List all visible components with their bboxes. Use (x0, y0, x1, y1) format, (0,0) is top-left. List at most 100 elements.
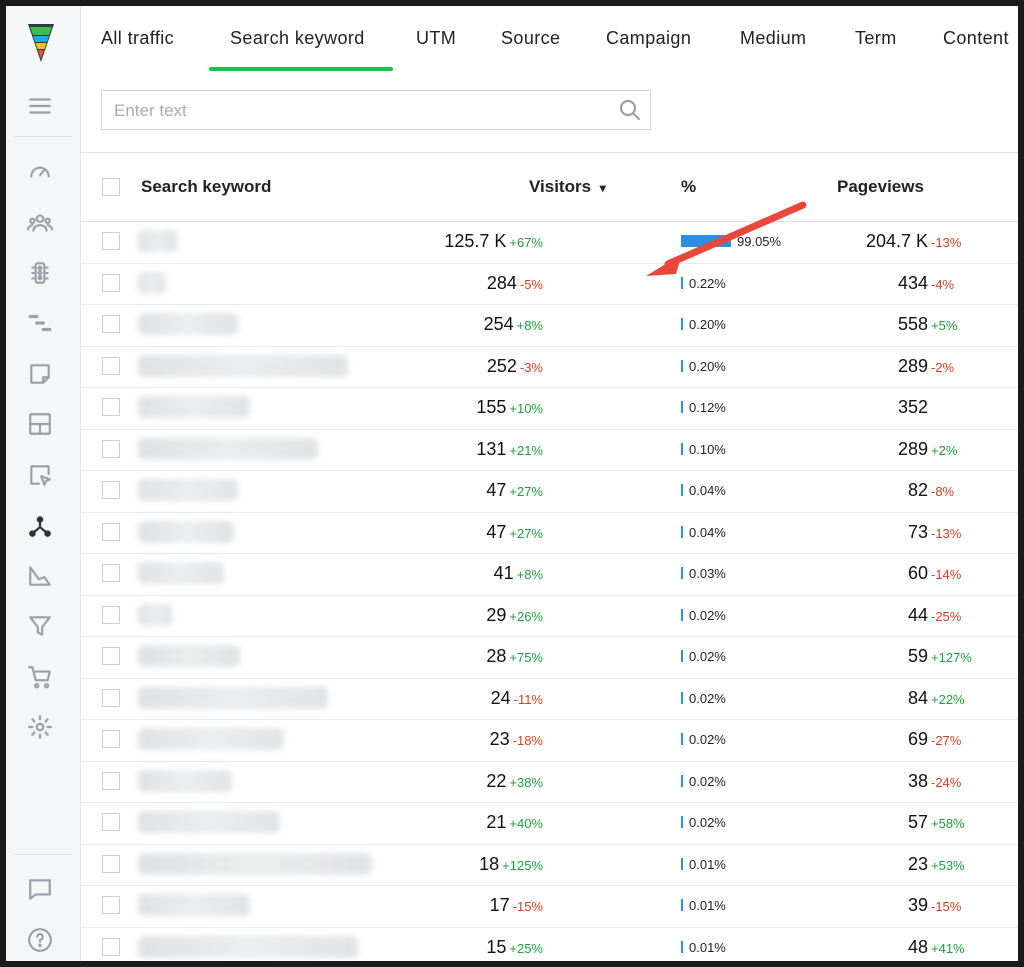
percent-value: 0.04% (689, 524, 726, 540)
table-row[interactable]: 41 +8% 0.03% 60 -14% (80, 553, 1018, 596)
table-row[interactable]: 21 +40% 0.02% 57 +58% (80, 802, 1018, 845)
app-logo[interactable] (26, 22, 56, 64)
search-input[interactable] (112, 91, 606, 131)
tab-all-traffic[interactable]: All traffic (101, 28, 174, 49)
tab-source[interactable]: Source (501, 28, 560, 49)
table-row[interactable]: 29 +26% 0.02% 44 -25% (80, 595, 1018, 637)
select-all-checkbox[interactable] (102, 178, 120, 196)
app-window: All traffic Search keyword UTM Source Ca… (6, 6, 1018, 961)
pageviews-value: 84 (907, 687, 928, 708)
table-row[interactable]: 28 +75% 0.02% 59 +127% (80, 636, 1018, 679)
table-row[interactable]: 125.7 K +67% 99.05% 204.7 K -13% (80, 221, 1018, 264)
row-checkbox[interactable] (102, 315, 120, 333)
percent-bar (681, 733, 683, 745)
row-checkbox[interactable] (102, 730, 120, 748)
row-checkbox[interactable] (102, 896, 120, 914)
visitors-value: 24 (490, 687, 511, 708)
table-row[interactable]: 24 -11% 0.02% 84 +22% (80, 678, 1018, 720)
row-checkbox[interactable] (102, 564, 120, 582)
pageviews-cell: 38 -24% (908, 771, 961, 792)
cart-icon[interactable] (26, 663, 54, 691)
layout-icon[interactable] (26, 410, 54, 438)
traffic-light-icon[interactable] (26, 259, 54, 287)
row-checkbox[interactable] (102, 688, 120, 707)
percent-value: 99.05% (737, 234, 782, 249)
filter-icon[interactable] (26, 612, 54, 640)
row-checkbox[interactable] (102, 356, 120, 375)
tab-utm[interactable]: UTM (416, 28, 456, 49)
pageviews-cell: 23 +53% (908, 854, 965, 875)
column-header-visitors[interactable]: Visitors ▾ (529, 177, 606, 197)
row-checkbox[interactable] (102, 273, 120, 292)
table-row[interactable]: 47 +27% 0.04% 82 -8% (80, 470, 1018, 513)
help-icon[interactable] (26, 926, 54, 954)
pageviews-cell: 204.7 K -13% (866, 231, 961, 252)
percent-cell: 0.20% (681, 317, 726, 332)
table-row[interactable]: 18 +125% 0.01% 23 +53% (80, 844, 1018, 886)
chat-icon[interactable] (26, 875, 54, 903)
keyword-table: Search keyword Visitors ▾ % Pageviews 12… (80, 152, 1018, 961)
pageviews-cell: 82 -8% (908, 480, 954, 501)
percent-value: 0.20% (689, 358, 726, 374)
pageviews-change: +53% (931, 857, 965, 873)
row-checkbox[interactable] (102, 771, 120, 790)
percent-value: 0.03% (689, 566, 726, 581)
notes-icon[interactable] (26, 360, 54, 388)
row-checkbox[interactable] (102, 647, 120, 665)
chart-icon[interactable] (26, 562, 54, 590)
visitors-value: 284 (486, 272, 517, 293)
table-row[interactable]: 17 -15% 0.01% 39 -15% (80, 885, 1018, 928)
visitors-change: -15% (512, 899, 543, 914)
column-header-percent[interactable]: % (681, 177, 696, 197)
pageviews-change: +2% (931, 442, 958, 458)
row-checkbox[interactable] (102, 232, 120, 250)
visitors-change: -5% (519, 276, 543, 292)
table-row[interactable]: 252 -3% 0.20% 289 -2% (80, 346, 1018, 388)
tab-campaign[interactable]: Campaign (606, 28, 691, 49)
visitors-cell: 284 -5% (487, 273, 543, 294)
table-row[interactable]: 22 +38% 0.02% 38 -24% (80, 761, 1018, 803)
settings-icon[interactable] (26, 713, 54, 741)
table-row[interactable]: 155 +10% 0.12% 352 (80, 387, 1018, 430)
tab-term[interactable]: Term (855, 28, 897, 49)
pageviews-value: 38 (907, 770, 928, 791)
visitors-change: -3% (519, 359, 543, 375)
row-checkbox[interactable] (102, 854, 120, 873)
tab-content[interactable]: Content (943, 28, 1009, 49)
row-checkbox[interactable] (102, 398, 120, 416)
pageviews-value: 23 (907, 853, 928, 874)
column-header-pageviews[interactable]: Pageviews (837, 177, 924, 197)
row-checkbox[interactable] (102, 481, 120, 499)
funnel-steps-icon[interactable] (26, 309, 54, 337)
table-row[interactable]: 284 -5% 0.22% 434 -4% (80, 263, 1018, 305)
sources-icon[interactable] (26, 512, 54, 540)
tab-search-keyword[interactable]: Search keyword (230, 28, 365, 49)
pageviews-cell: 59 +127% (908, 646, 972, 667)
visitors-icon[interactable] (26, 209, 54, 237)
table-row[interactable]: 131 +21% 0.10% 289 +2% (80, 429, 1018, 471)
click-heatmap-icon[interactable] (26, 461, 54, 489)
table-row[interactable]: 23 -18% 0.02% 69 -27% (80, 719, 1018, 762)
table-row[interactable]: 15 +25% 0.01% 48 +41% (80, 927, 1018, 962)
row-checkbox[interactable] (102, 439, 120, 458)
tab-medium[interactable]: Medium (740, 28, 806, 49)
menu-icon[interactable] (26, 92, 54, 120)
row-checkbox[interactable] (102, 522, 120, 541)
pageviews-change: -2% (931, 359, 955, 375)
percent-cell: 0.04% (681, 525, 726, 540)
table-row[interactable]: 47 +27% 0.04% 73 -13% (80, 512, 1018, 554)
row-checkbox[interactable] (102, 937, 120, 956)
pageviews-cell: 289 +2% (898, 439, 957, 460)
visitors-value: 18 (479, 853, 500, 874)
search-icon[interactable] (618, 98, 642, 122)
table-row[interactable]: 254 +8% 0.20% 558 +5% (80, 304, 1018, 347)
column-header-keyword[interactable]: Search keyword (141, 177, 271, 197)
row-checkbox[interactable] (102, 605, 120, 624)
percent-cell: 0.22% (681, 276, 726, 291)
visitors-value: 21 (486, 812, 507, 832)
keyword-redacted (138, 603, 172, 626)
row-checkbox[interactable] (102, 813, 120, 831)
dashboard-icon[interactable] (26, 158, 54, 186)
percent-value: 0.01% (689, 898, 726, 913)
percent-bar (681, 567, 683, 579)
